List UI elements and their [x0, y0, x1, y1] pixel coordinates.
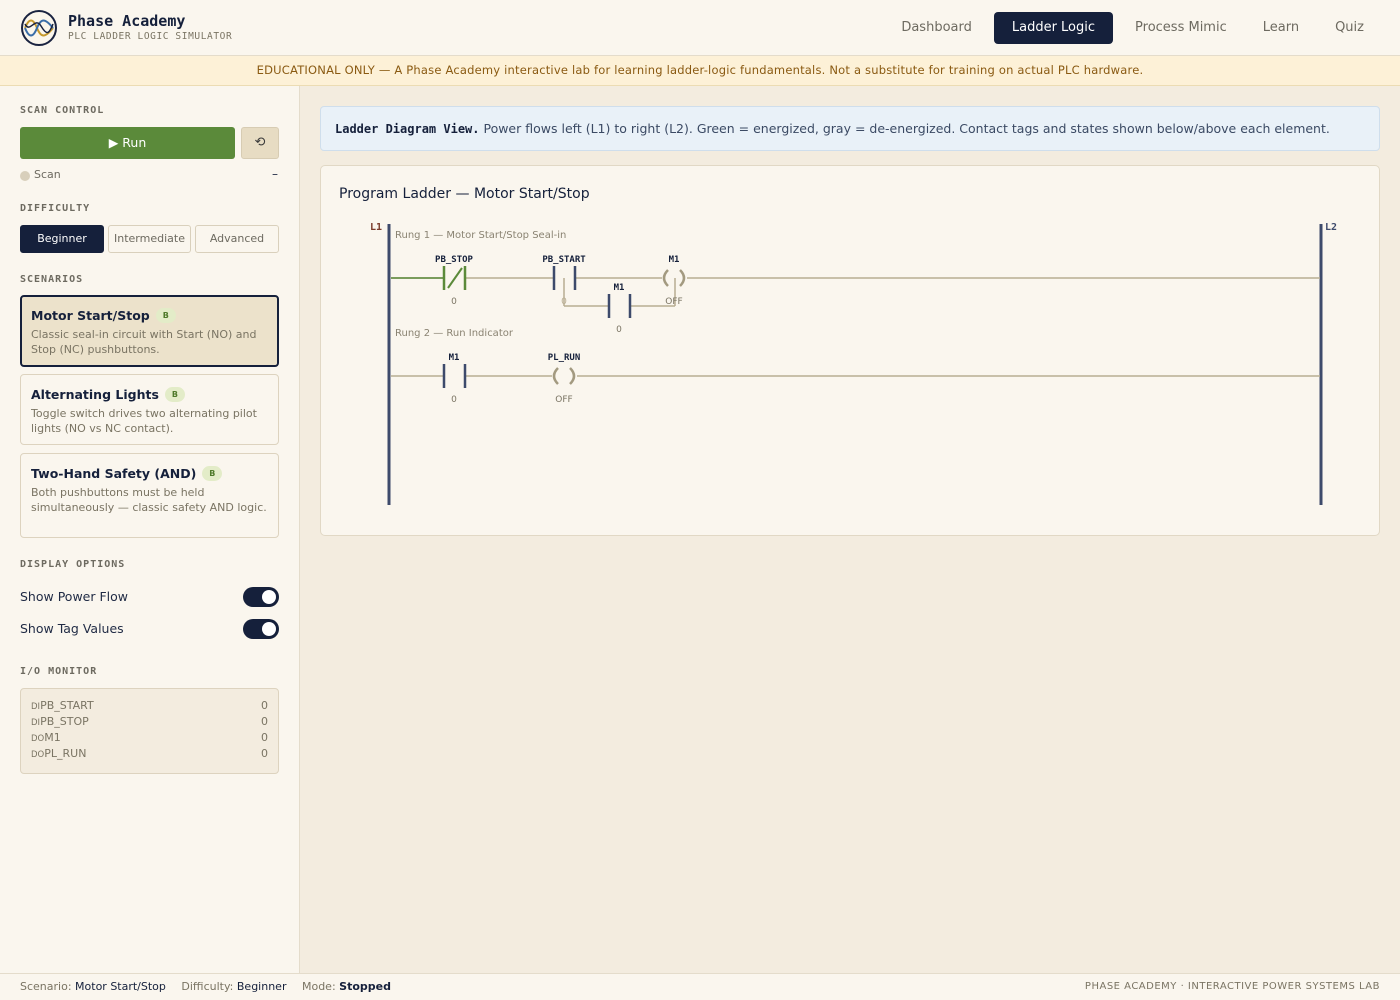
- scan-value: –: [272, 167, 278, 181]
- scenario-two-hand-safety[interactable]: Two-Hand Safety (AND) B Both pushbuttons…: [20, 453, 279, 538]
- m1-coil-state: OFF: [665, 297, 682, 307]
- app-header: Phase Academy PLC LADDER LOGIC SIMULATOR…: [0, 0, 1400, 56]
- status-difficulty-value: Beginner: [236, 980, 287, 993]
- m1-contact-state: 0: [451, 395, 457, 405]
- io-type: DI: [31, 718, 41, 728]
- brand-subtitle: PLC LADDER LOGIC SIMULATOR: [68, 31, 233, 42]
- scenario-title: Motor Start/Stop: [31, 308, 150, 323]
- rail-right-label: L2: [1325, 222, 1337, 233]
- show-tag-values-label: Show Tag Values: [20, 621, 124, 636]
- m1-no-contact[interactable]: [442, 364, 467, 388]
- rung-1-label: Rung 1 — Motor Start/Stop Seal-in: [395, 230, 566, 241]
- status-scenario-label: Scenario:: [20, 980, 72, 993]
- m1-output-coil[interactable]: [662, 269, 686, 287]
- difficulty-title: DIFFICULTY: [20, 203, 91, 214]
- scenario-description: Toggle switch drives two alternating pil…: [31, 407, 257, 435]
- nav-learn[interactable]: Learn: [1249, 12, 1313, 44]
- m1-coil-tag: M1: [669, 255, 680, 265]
- difficulty-beginner-button[interactable]: Beginner: [20, 225, 104, 253]
- info-heading: Ladder Diagram View.: [335, 122, 480, 136]
- m1-seal-state: 0: [616, 325, 622, 335]
- pl-run-state: OFF: [555, 395, 572, 405]
- io-row: DOPL_RUN 0: [31, 747, 268, 763]
- difficulty-badge: B: [164, 387, 185, 402]
- m1-seal-tag: M1: [614, 283, 625, 293]
- info-text: Power flows left (L1) to right (L2). Gre…: [479, 121, 1330, 136]
- pb-stop-state: 0: [451, 297, 457, 307]
- rung-1-wires: [391, 277, 1320, 307]
- ladder-info-box: Ladder Diagram View. Power flows left (L…: [320, 106, 1380, 151]
- scenarios-title: SCENARIOS: [20, 274, 84, 285]
- io-row: DIPB_STOP 0: [31, 715, 268, 731]
- io-tag: PL_RUN: [44, 747, 87, 760]
- display-options-title: DISPLAY OPTIONS: [20, 559, 126, 570]
- show-tag-values-toggle[interactable]: [243, 619, 279, 639]
- show-power-flow-toggle[interactable]: [243, 587, 279, 607]
- scenario-alternating-lights[interactable]: Alternating Lights B Toggle switch drive…: [20, 374, 279, 445]
- nav-process-mimic[interactable]: Process Mimic: [1121, 12, 1241, 44]
- io-value: 0: [261, 731, 268, 744]
- pl-run-tag: PL_RUN: [548, 353, 581, 363]
- toggle-knob: [262, 622, 276, 636]
- run-button[interactable]: ▶ Run: [20, 127, 235, 159]
- brand-name: Phase Academy: [68, 12, 186, 30]
- io-type: DO: [31, 750, 45, 760]
- io-type: DI: [31, 702, 41, 712]
- status-mode-value: Stopped: [339, 980, 391, 993]
- show-power-flow-label: Show Power Flow: [20, 589, 129, 604]
- pb-stop-tag: PB_STOP: [435, 255, 474, 265]
- scenario-title: Two-Hand Safety (AND): [31, 466, 197, 481]
- io-tag: PB_STOP: [40, 715, 89, 728]
- status-scenario-value: Motor Start/Stop: [75, 980, 166, 993]
- nav-ladder-logic[interactable]: Ladder Logic: [993, 12, 1114, 44]
- io-tag: PB_START: [40, 699, 94, 712]
- difficulty-advanced-button[interactable]: Advanced: [195, 225, 279, 253]
- m1-seal-in-contact[interactable]: [607, 294, 632, 318]
- rail-left-label: L1: [370, 222, 382, 233]
- scenario-motor-start-stop[interactable]: Motor Start/Stop B Classic seal-in circu…: [20, 295, 279, 367]
- pl-run-output-coil[interactable]: [552, 367, 576, 385]
- ladder-diagram: L1 L2 Rung 1 — Motor Start/Stop Seal-in …: [370, 222, 1337, 505]
- status-difficulty-label: Difficulty:: [181, 980, 234, 993]
- status-mode-label: Mode:: [301, 980, 336, 993]
- scenario-title: Alternating Lights: [31, 387, 159, 402]
- io-tag: M1: [44, 731, 61, 744]
- io-value: 0: [261, 699, 268, 712]
- nav-quiz[interactable]: Quiz: [1321, 12, 1378, 44]
- status-bar: Scenario: Motor Start/Stop Difficulty: B…: [0, 973, 1400, 1000]
- status-footer-text: PHASE ACADEMY · INTERACTIVE POWER SYSTEM…: [1084, 981, 1380, 992]
- io-monitor-title: I/O MONITOR: [20, 666, 98, 677]
- scenario-description: Both pushbuttons must be held simultaneo…: [31, 486, 267, 514]
- io-row: DOM1 0: [31, 731, 268, 747]
- difficulty-badge: B: [202, 466, 223, 481]
- difficulty-badge: B: [155, 308, 176, 323]
- pb-start-state: 0: [561, 297, 567, 307]
- sidebar: SCAN CONTROL ▶ Run ⟲ Scan – DIFFICULTY B…: [0, 86, 300, 973]
- pb-stop-nc-contact[interactable]: [391, 266, 467, 290]
- nav-dashboard[interactable]: Dashboard: [887, 12, 986, 44]
- io-monitor: DIPB_START 0 DIPB_STOP 0 DOM1 0 DOPL_RUN…: [20, 688, 279, 774]
- rung-2-label: Rung 2 — Run Indicator: [395, 328, 514, 339]
- ladder-panel: Program Ladder — Motor Start/Stop L1 L2 …: [320, 165, 1380, 536]
- scan-status-dot: [20, 171, 30, 181]
- difficulty-intermediate-button[interactable]: Intermediate: [108, 225, 191, 253]
- scan-control-title: SCAN CONTROL: [20, 105, 105, 116]
- pb-start-tag: PB_START: [542, 255, 586, 265]
- phase-academy-logo-icon: [21, 10, 57, 46]
- io-value: 0: [261, 715, 268, 728]
- io-type: DO: [31, 734, 45, 744]
- toggle-knob: [262, 590, 276, 604]
- educational-banner: EDUCATIONAL ONLY — A Phase Academy inter…: [0, 56, 1400, 86]
- m1-contact-tag: M1: [449, 353, 460, 363]
- main-nav: Dashboard Ladder Logic Process Mimic Lea…: [887, 12, 1378, 44]
- io-value: 0: [261, 747, 268, 760]
- reset-button[interactable]: ⟲: [241, 127, 279, 159]
- io-row: DIPB_START 0: [31, 699, 268, 715]
- scan-label: Scan: [34, 168, 61, 181]
- scenario-description: Classic seal-in circuit with Start (NO) …: [31, 328, 257, 356]
